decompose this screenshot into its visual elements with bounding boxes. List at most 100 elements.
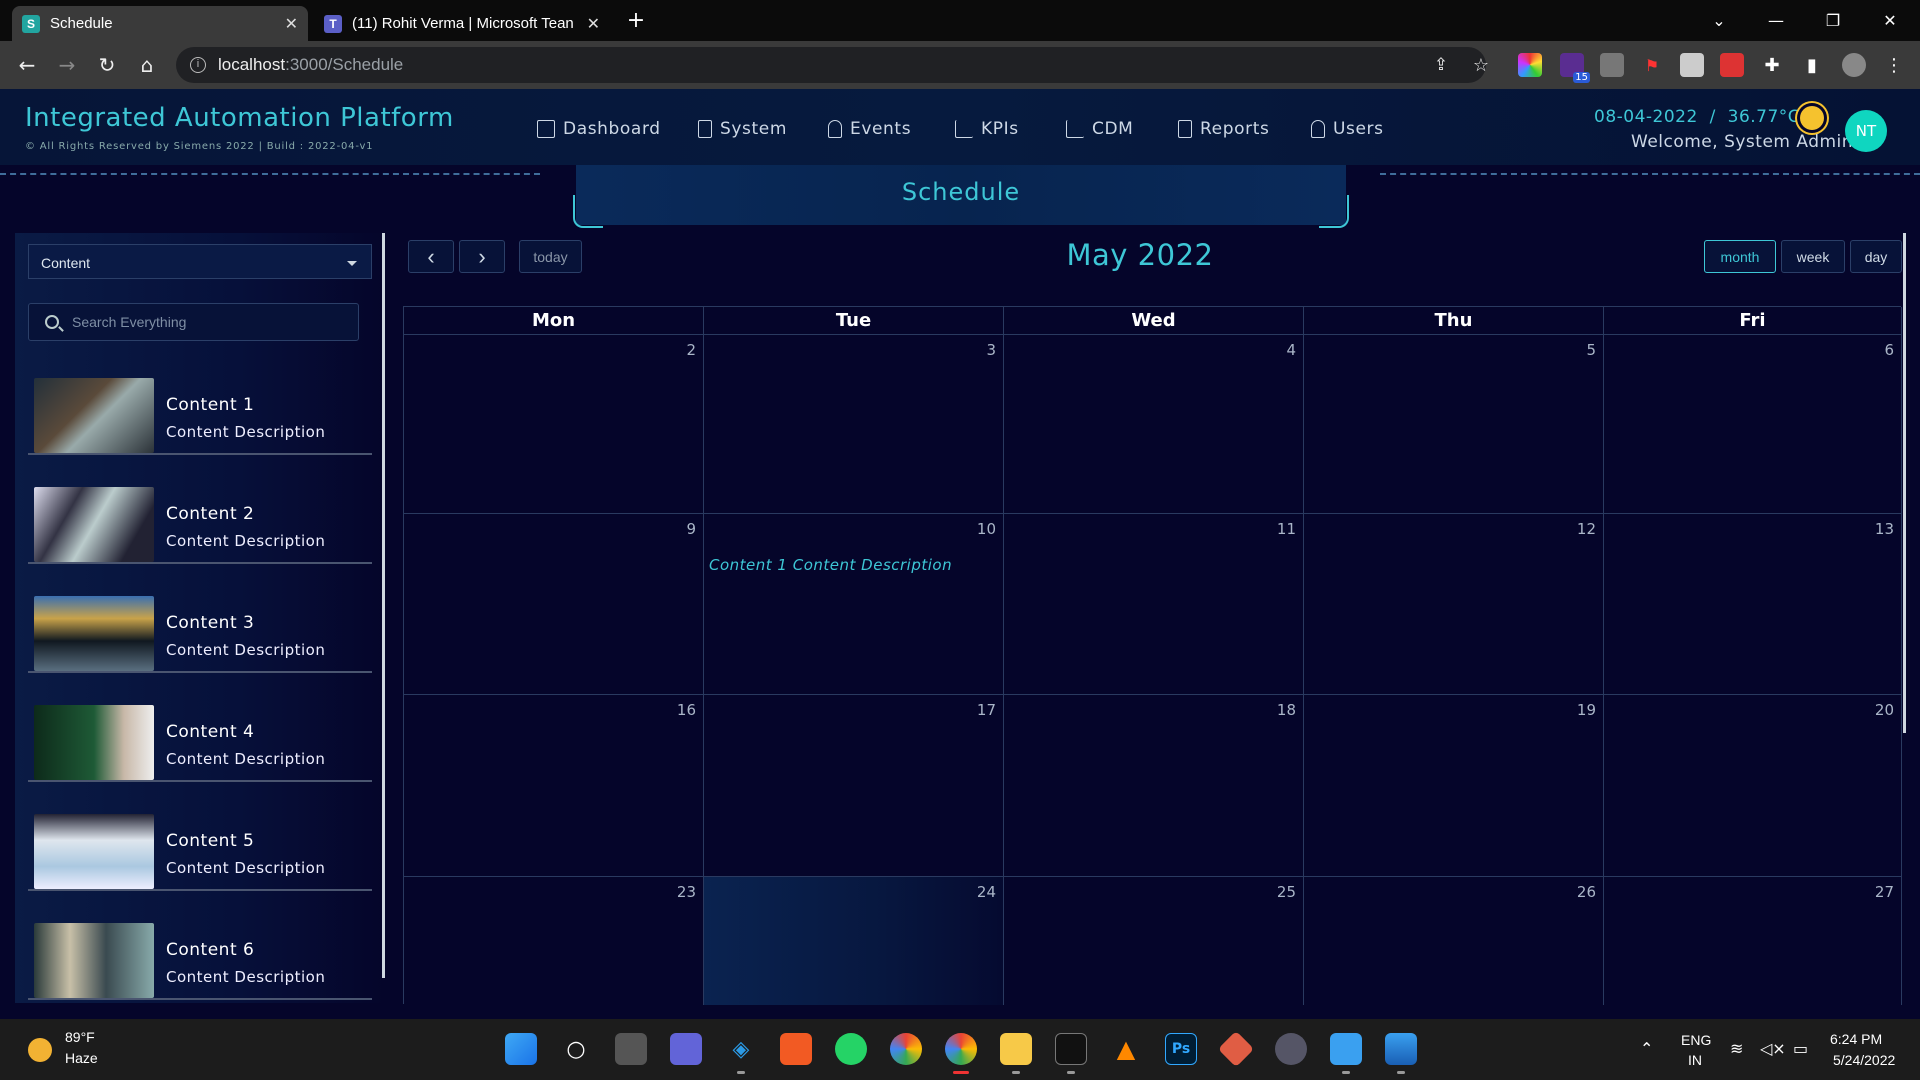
battery-icon[interactable]: ▭ [1793,1039,1808,1058]
photoshop-icon[interactable]: Ps [1165,1033,1197,1065]
day-cell[interactable]: 26 [1304,877,1604,1005]
day-cell[interactable]: 17 [704,695,1004,877]
nav-reports[interactable]: Reports [1178,119,1269,139]
flash-extension-icon[interactable]: ⚑ [1640,53,1664,77]
day-cell-today[interactable]: 24 [704,877,1004,1005]
day-cell[interactable]: 9 [404,514,704,695]
wifi-icon[interactable]: ≋ [1730,1039,1743,1058]
browser-menu-icon[interactable]: ⋮ [1882,53,1906,77]
caret-down-icon [347,261,357,266]
calendar-event[interactable]: Content 1 Content Description [709,556,952,574]
color-picker-extension-icon[interactable] [1518,53,1542,77]
sidebar-toggle-icon[interactable]: ▮ [1800,53,1824,77]
restore-icon[interactable]: ❐ [1804,0,1862,40]
git-icon[interactable] [1217,1030,1255,1068]
home-icon[interactable]: ⌂ [134,52,160,78]
vscode-icon[interactable]: ◈ [725,1033,757,1065]
day-cell[interactable]: 3 [704,335,1004,514]
category-select[interactable]: Content [28,244,372,279]
extension-icon[interactable]: 15 [1560,53,1590,83]
nav-events[interactable]: Events [828,119,911,139]
content-item[interactable]: Content 6 Content Description [28,916,372,1000]
whatsapp-icon[interactable] [835,1033,867,1065]
chrome-profile-icon[interactable] [945,1033,977,1065]
chat-icon[interactable] [670,1033,702,1065]
view-week-button[interactable]: week [1781,240,1845,273]
task-view-icon[interactable] [615,1033,647,1065]
windows-start-icon[interactable] [505,1033,537,1065]
day-cell[interactable]: 5 [1304,335,1604,514]
bookmark-star-icon[interactable]: ☆ [1468,52,1494,78]
chevron-up-icon[interactable]: ⌃ [1640,1039,1653,1058]
day-cell[interactable]: 16 [404,695,704,877]
address-bar[interactable]: i localhost:3000/Schedule [176,47,1486,83]
view-month-button[interactable]: month [1704,240,1776,273]
back-icon[interactable]: ← [14,52,40,78]
search-icon [45,315,59,329]
forward-icon[interactable]: → [54,52,80,78]
terminal-icon[interactable] [1055,1033,1087,1065]
calendar-prev-button[interactable]: ‹ [408,240,454,273]
clock-time[interactable]: 6:24 PM [1830,1031,1882,1047]
view-day-button[interactable]: day [1850,240,1902,273]
day-cell[interactable]: 2 [404,335,704,514]
reload-icon[interactable]: ↻ [94,52,120,78]
puzzle-icon[interactable]: ✚ [1760,53,1784,77]
content-item[interactable]: Content 1 Content Description [28,371,372,455]
nav-system[interactable]: System [698,119,787,139]
day-cell[interactable]: 18 [1004,695,1304,877]
day-cell[interactable]: 25 [1004,877,1304,1005]
extension-icon[interactable] [1680,53,1704,77]
vlc-icon[interactable]: ▲ [1110,1033,1142,1065]
day-cell[interactable]: 13 [1604,514,1902,695]
profile-avatar[interactable] [1842,53,1866,77]
photos-icon[interactable] [1385,1033,1417,1065]
site-info-icon[interactable]: i [190,57,206,73]
search-input[interactable]: Search Everything [28,303,359,341]
browser-tab-teams[interactable]: T (11) Rohit Verma | Microsoft Tean ✕ [314,6,610,41]
weather-sun-icon[interactable] [28,1038,52,1062]
nav-cdm[interactable]: CDM [1066,119,1133,139]
calendar-next-button[interactable]: › [459,240,505,273]
camera-extension-icon[interactable] [1600,53,1624,77]
extension-icon[interactable] [1720,53,1744,77]
close-tab-icon[interactable]: ✕ [285,14,298,34]
language-indicator[interactable]: ENG [1681,1032,1711,1048]
url-host: localhost [218,55,286,74]
day-cell[interactable]: 12 [1304,514,1604,695]
share-icon[interactable]: ⇪ [1428,52,1454,78]
user-avatar[interactable]: NT [1845,110,1887,152]
day-cell[interactable]: 20 [1604,695,1902,877]
minimize-icon[interactable]: — [1747,0,1805,40]
day-cell[interactable]: 10 Content 1 Content Description [704,514,1004,695]
day-cell[interactable]: 4 [1004,335,1304,514]
file-explorer-icon[interactable] [1000,1033,1032,1065]
calendar-scrollbar[interactable] [1903,233,1906,733]
tab-search-icon[interactable]: ⌄ [1690,0,1748,40]
day-cell[interactable]: 19 [1304,695,1604,877]
volume-muted-icon[interactable]: ◁× [1760,1039,1786,1058]
sidebar-scrollbar[interactable] [382,233,385,978]
close-window-icon[interactable]: ✕ [1861,0,1919,40]
nav-users[interactable]: Users [1311,119,1384,139]
brave-icon[interactable] [780,1033,812,1065]
nav-dashboard[interactable]: Dashboard [537,119,661,139]
content-item[interactable]: Content 5 Content Description [28,807,372,891]
day-cell[interactable]: 27 [1604,877,1902,1005]
browser-tab-schedule[interactable]: S Schedule ✕ [12,6,308,41]
app-icon[interactable] [1275,1033,1307,1065]
content-item[interactable]: Content 4 Content Description [28,698,372,782]
content-item[interactable]: Content 2 Content Description [28,480,372,564]
calendar-today-button[interactable]: today [519,240,582,273]
day-cell[interactable]: 23 [404,877,704,1005]
day-cell[interactable]: 6 [1604,335,1902,514]
day-cell[interactable]: 11 [1004,514,1304,695]
nav-kpis[interactable]: KPIs [955,119,1019,139]
content-item[interactable]: Content 3 Content Description [28,589,372,673]
search-icon[interactable]: ○ [560,1033,592,1065]
active-indicator [953,1071,969,1074]
notepad-icon[interactable] [1330,1033,1362,1065]
close-tab-icon[interactable]: ✕ [587,14,600,34]
chrome-icon[interactable] [890,1033,922,1065]
new-tab-button[interactable]: + [624,10,648,34]
